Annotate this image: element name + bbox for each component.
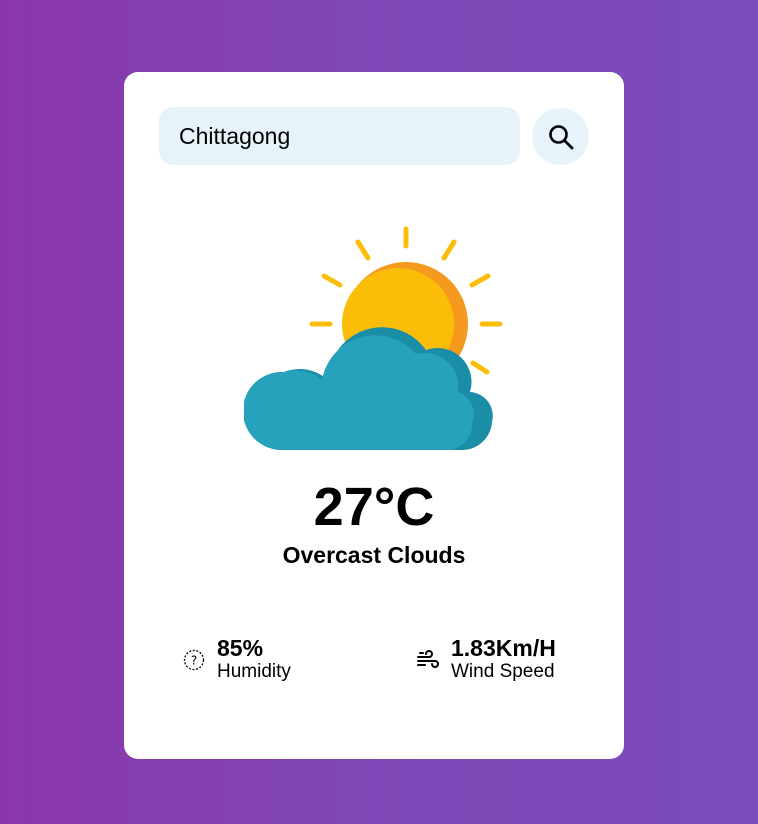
- wind-speed-value: 1.83Km/H: [451, 635, 556, 661]
- humidity-stat: ? 85% Humidity: [182, 635, 291, 684]
- city-search-input[interactable]: [159, 107, 520, 165]
- humidity-value: 85%: [217, 635, 264, 661]
- svg-text:?: ?: [191, 654, 197, 668]
- temperature-value: 27°C: [313, 477, 435, 537]
- search-button[interactable]: [532, 108, 589, 165]
- wind-speed-label: Wind Speed: [451, 661, 555, 683]
- wind-stat: 1.83Km/H Wind Speed: [416, 635, 556, 684]
- humidity-icon: ?: [182, 648, 206, 672]
- weather-card: 27°C Overcast Clouds ? 85% Humidity 1.83…: [124, 72, 624, 759]
- humidity-label: Humidity: [217, 661, 291, 683]
- partly-cloudy-sun-icon: [244, 226, 503, 450]
- search-icon: [548, 124, 573, 149]
- wind-icon: [416, 648, 440, 672]
- weather-condition: Overcast Clouds: [282, 542, 466, 568]
